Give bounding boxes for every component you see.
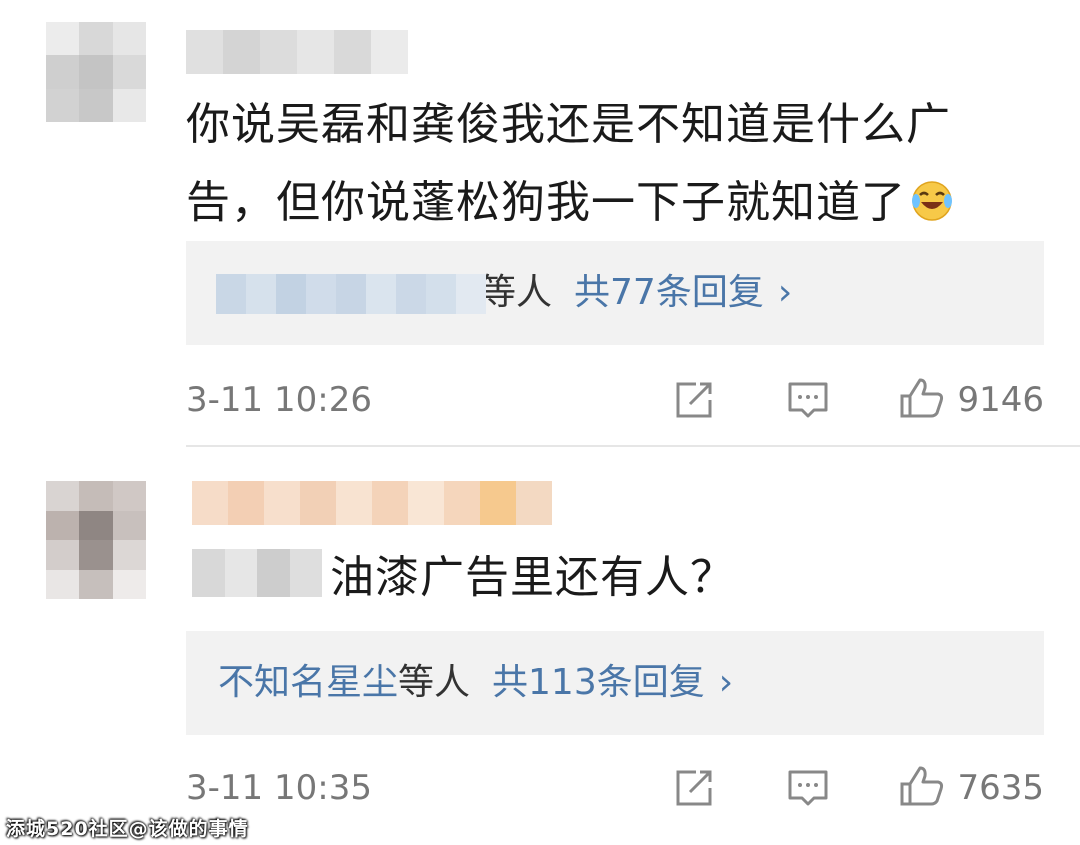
comment-item: 你说吴磊和龚俊我还是不知道是什么广 告，但你说蓬松狗我一下子就知道了 等人 共77… [0,0,1080,445]
comment-item: 油漆广告里还有人？ 不知名星尘等人 共113条回复 › 3-11 10:35 763… [0,447,1080,845]
comment-meta: 3-11 10:35 7635 [186,758,1044,818]
watermark: 添城520社区@该做的事情 [6,818,249,840]
comment-meta: 3-11 10:26 9146 [186,370,1044,430]
share-icon[interactable] [672,380,716,420]
username-blurred[interactable] [192,481,552,525]
reply-summary[interactable]: 不知名星尘等人 共113条回复 › [186,631,1044,735]
reply-count-link[interactable]: 共77条回复 [574,272,764,313]
comment-icon[interactable] [786,768,830,808]
reply-suffix: 等人 [398,662,471,703]
timestamp: 3-11 10:35 [186,768,372,808]
reply-names-blurred [216,274,486,314]
comment-text-line: 告，但你说蓬松狗我一下子就知道了 [186,164,1046,242]
comment-icon[interactable] [786,380,830,420]
like-icon[interactable] [898,764,946,808]
badge-blurred [192,549,322,597]
laughing-crying-emoji-icon [912,181,952,221]
comment-text: 你说吴磊和龚俊我还是不知道是什么广 告，但你说蓬松狗我一下子就知道了 [186,86,1046,242]
chevron-right-icon: › [777,272,793,313]
share-icon[interactable] [672,768,716,808]
like-count: 9146 [957,380,1044,420]
timestamp: 3-11 10:26 [186,380,372,420]
chevron-right-icon: › [718,662,734,703]
comment-text-line: 油漆广告里还有人？ [330,552,735,603]
avatar[interactable] [46,22,146,122]
like-icon[interactable] [898,376,946,420]
username-blurred[interactable] [186,30,408,74]
reply-summary[interactable]: 等人 共77条回复 › [186,241,1044,345]
reply-suffix: 等人 [480,272,553,313]
avatar[interactable] [46,481,146,599]
reply-count-link[interactable]: 共113条回复 [492,662,705,703]
comment-text: 油漆广告里还有人？ [330,539,1030,617]
comment-text-line: 你说吴磊和龚俊我还是不知道是什么广 [186,99,951,150]
comment-text-segment: 告，但你说蓬松狗我一下子就知道了 [186,177,906,228]
reply-names-link[interactable]: 不知名星尘 [218,662,398,703]
like-count: 7635 [957,768,1044,808]
